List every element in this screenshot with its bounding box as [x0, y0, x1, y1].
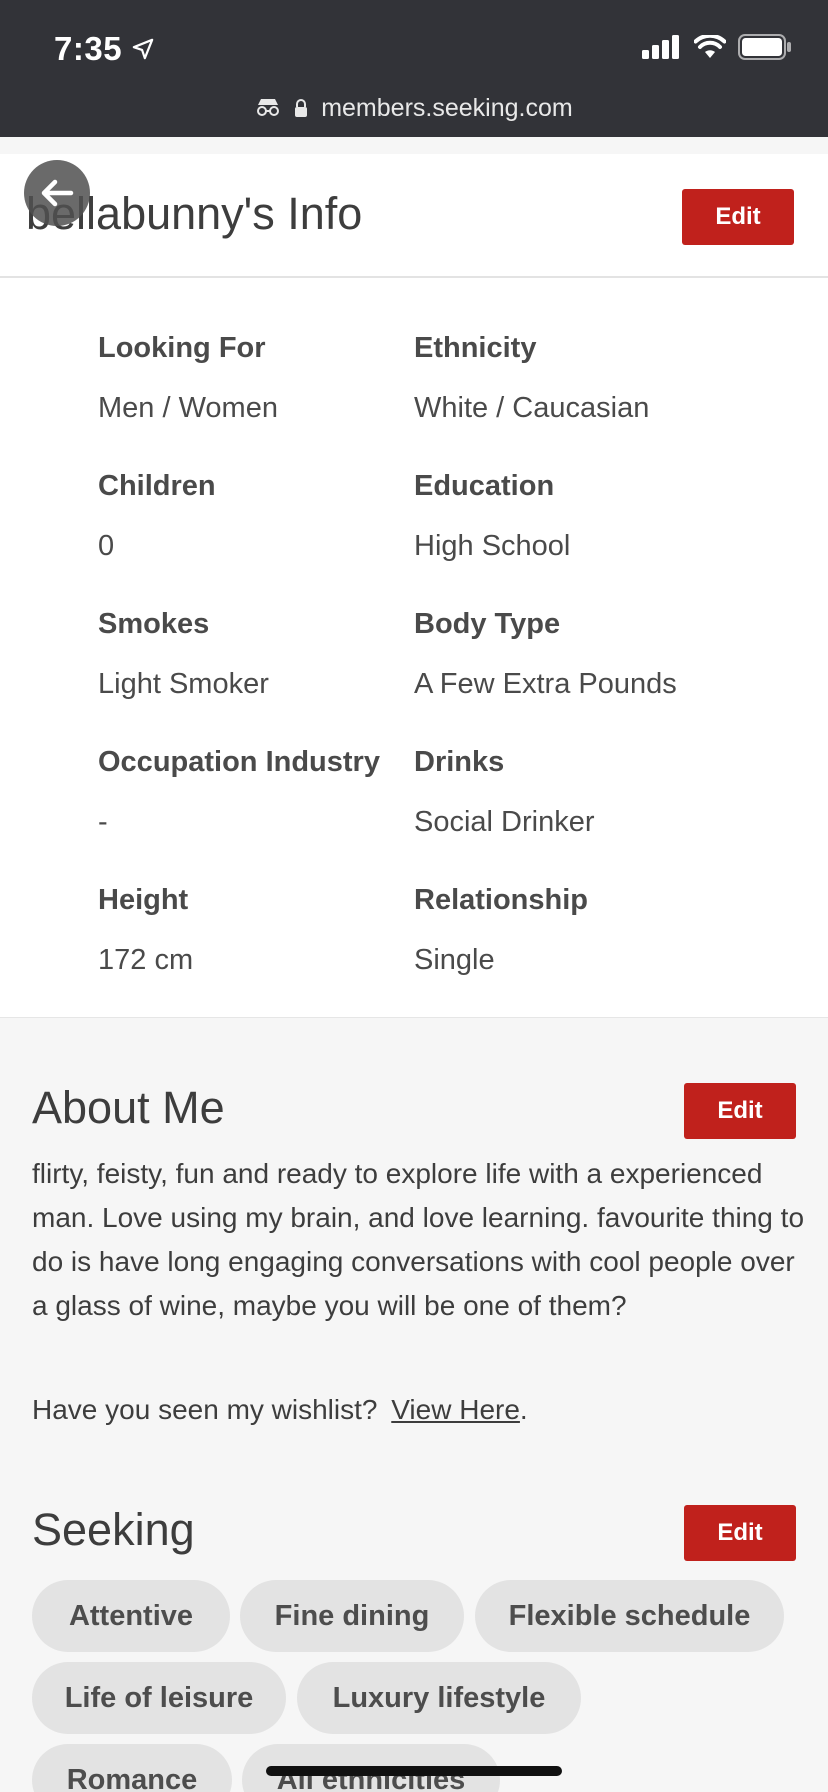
- field-education: Education High School: [414, 470, 570, 563]
- status-icons: [642, 34, 792, 60]
- field-occupation-industry: Occupation Industry -: [98, 746, 380, 839]
- seeking-edit-button[interactable]: Edit: [684, 1505, 796, 1561]
- field-ethnicity: Ethnicity White / Caucasian: [414, 332, 649, 425]
- field-value: Social Drinker: [414, 806, 595, 838]
- field-label: Drinks: [414, 746, 505, 778]
- seeking-tag: Attentive: [32, 1580, 230, 1652]
- field-drinks: Drinks Social Drinker: [414, 746, 595, 839]
- field-label: Height: [98, 884, 189, 916]
- field-value: Light Smoker: [98, 668, 269, 700]
- field-value: 172 cm: [98, 944, 194, 976]
- field-body-type: Body Type A Few Extra Pounds: [414, 608, 677, 701]
- field-smokes: Smokes Light Smoker: [98, 608, 269, 701]
- location-arrow-icon: [132, 38, 154, 60]
- field-label: Looking For: [98, 332, 266, 364]
- field-value: A Few Extra Pounds: [414, 668, 677, 700]
- battery-icon: [738, 34, 791, 60]
- field-label: Body Type: [414, 608, 561, 640]
- back-arrow-icon: [41, 179, 74, 207]
- field-label: Smokes: [98, 608, 210, 640]
- about-title: About Me: [32, 1082, 225, 1133]
- wishlist-link[interactable]: View Here: [391, 1394, 520, 1425]
- field-label: Relationship: [414, 884, 589, 916]
- field-label: Ethnicity: [414, 332, 537, 364]
- private-browsing-icon: [255, 95, 281, 124]
- cellular-signal-icon: [642, 35, 679, 59]
- info-card: bellabunny's Info Edit Looking For Men /…: [0, 154, 828, 1018]
- seeking-tag: Life of leisure: [32, 1662, 286, 1734]
- field-value: Single: [414, 944, 495, 976]
- home-indicator: [266, 1766, 562, 1776]
- field-value: Men / Women: [98, 392, 278, 424]
- url-bar[interactable]: members.seeking.com: [0, 94, 828, 124]
- about-text: flirty, feisty, fun and ready to explore…: [32, 1158, 805, 1321]
- info-card-header: bellabunny's Info Edit: [0, 154, 828, 278]
- field-children: Children 0: [98, 470, 216, 563]
- status-time: 7:35: [54, 30, 123, 67]
- wifi-icon: [694, 35, 726, 58]
- about-edit-button[interactable]: Edit: [684, 1083, 796, 1139]
- field-height: Height 172 cm: [98, 884, 193, 977]
- field-label: Education: [414, 470, 555, 502]
- status-bar: 7:35 members.seeking.com: [0, 0, 828, 137]
- wishlist-text: Have you seen my wishlist?: [32, 1394, 378, 1425]
- field-value: High School: [414, 530, 571, 562]
- lock-icon: [294, 95, 308, 124]
- field-label: Children: [98, 470, 216, 502]
- field-relationship: Relationship Single: [414, 884, 588, 977]
- field-looking-for: Looking For Men / Women: [98, 332, 278, 425]
- wishlist-period: .: [519, 1394, 528, 1425]
- seeking-tag: Romance: [32, 1744, 232, 1792]
- field-value: White / Caucasian: [414, 392, 650, 424]
- seeking-tag: Luxury lifestyle: [297, 1662, 581, 1734]
- url-text: members.seeking.com: [321, 94, 573, 122]
- field-value: 0: [98, 530, 115, 562]
- info-edit-button[interactable]: Edit: [682, 189, 794, 245]
- seeking-tag: Fine dining: [240, 1580, 464, 1652]
- field-value: -: [98, 806, 108, 838]
- seeking-title: Seeking: [32, 1504, 195, 1555]
- field-label: Occupation Industry: [98, 746, 380, 778]
- wishlist-line: Have you seen my wishlist? View Here.: [32, 1394, 528, 1426]
- back-button[interactable]: [24, 160, 90, 226]
- seeking-tag: Flexible schedule: [475, 1580, 784, 1652]
